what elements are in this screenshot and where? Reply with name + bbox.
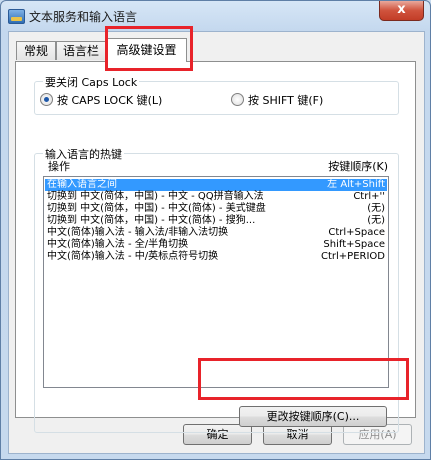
caps-lock-group: 要关闭 Caps Lock 按 CAPS LOCK 键(L) 按 SHIFT 键… <box>34 74 399 115</box>
change-key-sequence-button[interactable]: 更改按键顺序(C)... <box>239 406 387 427</box>
list-item[interactable]: 中文(简体)输入法 - 全/半角切换 Shift+Space <box>45 239 387 251</box>
radio-unchecked-icon[interactable] <box>231 93 244 106</box>
list-item[interactable]: 切换到 中文(简体，中国) - 中文 - QQ拼音输入法 Ctrl+'' <box>45 191 387 203</box>
title-bar[interactable]: 文本服务和输入语言 x <box>1 1 430 31</box>
list-item[interactable]: 切换到 中文(简体，中国) - 中文(简体) - 搜狗... (无) <box>45 215 387 227</box>
column-header-operation: 操作 <box>48 160 70 173</box>
tab-language-bar[interactable]: 语言栏 <box>56 41 106 60</box>
radio-shift-label: 按 SHIFT 键(F) <box>248 94 324 107</box>
tab-general[interactable]: 常规 <box>16 41 56 60</box>
list-item[interactable]: 中文(简体)输入法 - 输入法/非输入法切换 Ctrl+Space <box>45 227 387 239</box>
row-operation: 切换到 中文(简体，中国) - 中文(简体) - 美式键盘 <box>47 203 266 214</box>
close-button[interactable]: x <box>379 1 424 21</box>
column-header-key-sequence: 按键顺序(K) <box>328 160 388 173</box>
row-keys: Ctrl+Space <box>328 227 385 238</box>
dialog-window: 文本服务和输入语言 x 常规 语言栏 高级键设置 要关闭 Caps Lock 按… <box>0 0 431 460</box>
list-item[interactable]: 切换到 中文(简体，中国) - 中文(简体) - 美式键盘 (无) <box>45 203 387 215</box>
row-keys: Ctrl+'' <box>353 191 385 202</box>
caps-lock-legend: 要关闭 Caps Lock <box>43 74 140 90</box>
radio-checked-icon[interactable] <box>40 93 53 106</box>
list-item[interactable]: 中文(简体)输入法 - 中/英标点符号切换 Ctrl+PERIOD <box>45 251 387 263</box>
radio-shift-key[interactable]: 按 SHIFT 键(F) <box>231 92 323 108</box>
row-operation: 中文(简体)输入法 - 全/半角切换 <box>47 239 189 250</box>
row-keys: Ctrl+PERIOD <box>321 251 385 262</box>
radio-caps-lock-label: 按 CAPS LOCK 键(L) <box>57 94 163 107</box>
list-item[interactable]: 在输入语言之间 左 Alt+Shift <box>45 179 387 191</box>
row-operation: 切换到 中文(简体，中国) - 中文(简体) - 搜狗... <box>47 215 256 226</box>
row-operation: 中文(简体)输入法 - 中/英标点符号切换 <box>47 251 219 262</box>
keyboard-app-icon <box>8 9 25 24</box>
row-keys: 左 Alt+Shift <box>327 179 385 190</box>
row-keys: Shift+Space <box>323 239 385 250</box>
row-operation: 切换到 中文(简体，中国) - 中文 - QQ拼音输入法 <box>47 191 264 202</box>
window-title: 文本服务和输入语言 <box>29 10 138 24</box>
row-keys: (无) <box>367 215 385 226</box>
radio-caps-lock-key[interactable]: 按 CAPS LOCK 键(L) <box>40 92 162 108</box>
row-keys: (无) <box>367 203 385 214</box>
row-operation: 在输入语言之间 <box>47 179 117 190</box>
hotkeys-list[interactable]: 在输入语言之间 左 Alt+Shift 切换到 中文(简体，中国) - 中文 -… <box>43 176 389 388</box>
highlight-change-button <box>198 358 409 400</box>
highlight-advanced-tab <box>105 26 193 71</box>
row-operation: 中文(简体)输入法 - 输入法/非输入法切换 <box>47 227 229 238</box>
